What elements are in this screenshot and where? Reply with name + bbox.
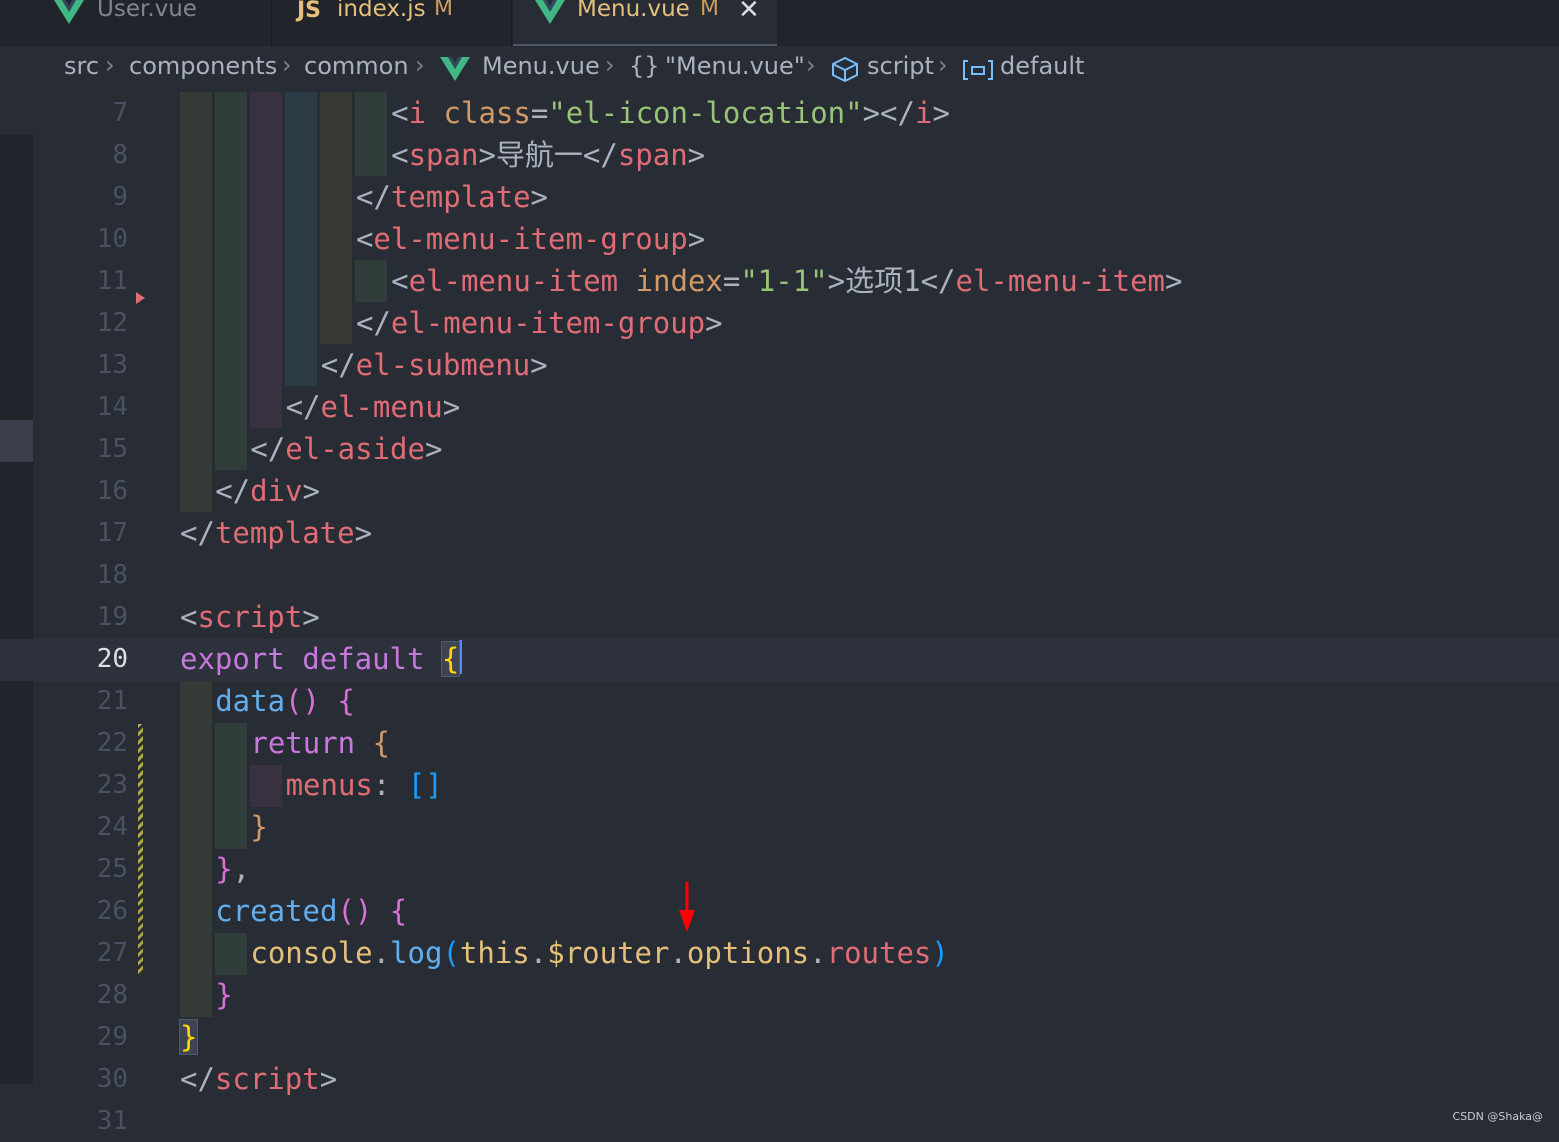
code-line-10: <el-menu-item-group> [355,222,706,256]
line-number: 14 [96,392,128,422]
line-number: 22 [96,728,128,758]
line-number: 13 [96,350,128,380]
code-line-7: <i class="el-icon-location"></i> [391,96,950,130]
chevron-right-icon: › [415,51,425,79]
tab-index-js[interactable]: JS index.js M [273,0,512,46]
code-line-20: export default { [180,638,463,680]
line-number: 16 [96,476,128,506]
line-number: 24 [96,812,128,842]
matched-bracket: } [178,1019,199,1055]
chevron-right-icon: › [105,51,115,79]
line-number: 21 [96,686,128,716]
line-number: 17 [96,518,128,548]
line-number: 18 [96,560,128,590]
breadcrumb-item-common[interactable]: common [304,52,409,80]
line-number: 10 [96,224,128,254]
code-line-15: </el-aside> [250,432,443,466]
watermark: CSDN @Shaka@ [1452,1110,1543,1123]
tab-menu-vue[interactable]: Menu.vue M ✕ [513,0,777,46]
line-number: 31 [96,1106,128,1136]
breadcrumb-item-default[interactable]: default [1000,52,1084,80]
line-number: 29 [96,1022,128,1052]
line-number: 15 [96,434,128,464]
code-line-19: <script> [180,600,320,634]
chevron-right-icon: › [938,51,948,79]
code-line-14: </el-menu> [285,390,461,424]
line-number: 8 [112,140,128,170]
breadcrumb-item-module[interactable]: "Menu.vue" [665,52,805,80]
modified-indicator: M [700,0,719,21]
breakpoint-arrow-icon[interactable] [136,292,145,304]
line-number: 26 [96,896,128,926]
line-number: 25 [96,854,128,884]
vue-icon [54,0,84,24]
code-line-23: menus: [] [285,768,443,802]
line-number: 12 [96,308,128,338]
vue-icon [440,57,470,81]
code-line-12: </el-menu-item-group> [355,306,723,340]
code-line-21: data() { [215,684,355,718]
cube-icon [832,56,858,82]
code-line-26: created() { [215,894,408,928]
annotation-arrow-icon [679,882,695,932]
chevron-right-icon: › [282,51,292,79]
js-icon: JS [297,0,322,23]
breadcrumb-item-components[interactable]: components [129,52,277,80]
line-number: 30 [96,1064,128,1094]
line-number: 11 [96,266,128,296]
text-cursor [459,640,463,674]
breadcrumb-item-script[interactable]: script [867,52,934,80]
breadcrumb-item-file[interactable]: Menu.vue [482,52,600,80]
chevron-right-icon: › [605,51,615,79]
matched-bracket: { [440,641,461,677]
object-braces-icon: {} [629,52,660,80]
line-number: 23 [96,770,128,800]
close-icon[interactable]: ✕ [738,0,760,25]
code-line-24: } [250,810,268,844]
line-number-current: 20 [96,644,128,674]
editor-tab-bar: User.vue JS index.js M Menu.vue M ✕ [0,0,1559,46]
code-line-9: </template> [355,180,549,214]
code-line-28: } [215,978,233,1012]
line-number: 9 [112,182,128,212]
tab-label: User.vue [97,0,197,22]
code-line-11: <el-menu-item index="1-1">选项1</el-menu-i… [391,264,1183,298]
line-number: 7 [112,98,128,128]
code-line-16: </div> [215,474,320,508]
line-number: 28 [96,980,128,1010]
variable-icon [963,60,993,80]
code-line-27: console.log(this.$router.options.routes) [250,936,949,970]
code-line-25: }, [215,852,251,886]
code-line-8: <span>导航一</span> [391,138,706,172]
tab-user-vue[interactable]: User.vue [0,0,272,46]
code-line-30: </script> [180,1062,338,1096]
git-change-indicator[interactable] [138,724,143,974]
tab-label: index.js [337,0,426,22]
tab-label: Menu.vue [577,0,690,22]
line-number: 19 [96,602,128,632]
code-line-29: } [178,1016,199,1058]
code-line-13: </el-submenu> [320,348,548,382]
breadcrumb-item-src[interactable]: src [64,52,99,80]
vue-icon [535,0,565,24]
code-line-17: </template> [180,516,373,550]
code-line-22: return { [250,726,391,760]
modified-indicator: M [434,0,453,21]
line-number: 27 [96,938,128,968]
chevron-right-icon: › [806,51,816,79]
